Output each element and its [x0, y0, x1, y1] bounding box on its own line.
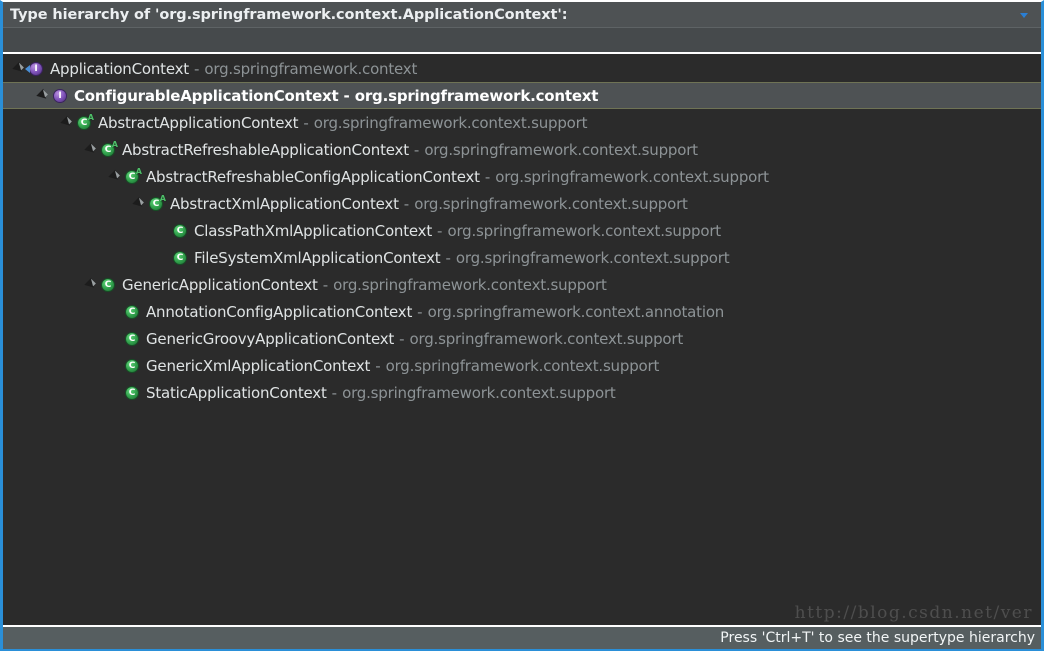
type-name: AbstractApplicationContext: [98, 113, 299, 132]
type-package: org.springframework.context.support: [333, 275, 607, 294]
expand-toggle-icon[interactable]: [59, 114, 76, 131]
status-bar: Press 'Ctrl+T' to see the supertype hier…: [3, 625, 1041, 649]
tree-row[interactable]: C ClassPathXmlApplicationContext - org.spri…: [3, 217, 1041, 244]
interface-icon: I: [52, 87, 69, 104]
type-name: ConfigurableApplicationContext: [74, 86, 339, 105]
type-package-separator: -: [417, 302, 423, 321]
class-icon: C: [124, 384, 141, 401]
abstract-badge-icon: A: [159, 194, 166, 203]
class-icon: C: [124, 357, 141, 374]
type-package-separator: -: [399, 329, 405, 348]
type-package: org.springframework.context.support: [495, 167, 769, 186]
type-package-separator: -: [322, 275, 329, 294]
expand-toggle-icon[interactable]: [83, 276, 100, 293]
type-package-separator: -: [437, 221, 443, 240]
type-name: ClassPathXmlApplicationContext: [194, 221, 433, 240]
type-package: org.springframework.context.support: [414, 194, 688, 213]
type-package: org.springframework.context: [354, 86, 599, 105]
type-package-separator: -: [303, 113, 309, 132]
type-package-separator: -: [484, 167, 491, 186]
expand-toggle-icon[interactable]: [107, 168, 124, 185]
class-icon: C: [124, 330, 141, 347]
abstract-class-icon: CA: [148, 194, 166, 212]
type-package: org.springframework.context.support: [342, 383, 616, 402]
type-name: GenericXmlApplicationContext: [146, 356, 371, 375]
type-package: org.springframework.context.support: [385, 356, 660, 375]
type-name: AnnotationConfigApplicationContext: [146, 302, 413, 321]
abstract-class-icon: CA: [76, 113, 94, 131]
class-icon: C: [124, 303, 141, 320]
class-icon: C: [172, 249, 189, 266]
type-package-separator: -: [445, 248, 451, 267]
tree-row[interactable]: C A AbstractXmlApplicationContext - org.spri…: [3, 190, 1041, 217]
tree-row[interactable]: C FileSystemXmlApplicationContext - org.spr…: [3, 244, 1041, 271]
type-package: org.springframework.context.support: [313, 113, 588, 132]
tree-row[interactable]: C A AbstractRefreshableConfigApplicationCo…: [3, 163, 1041, 190]
type-package: org.springframework.context.support: [424, 140, 698, 159]
type-package-separator: -: [413, 140, 420, 159]
type-name: ApplicationContext: [50, 59, 189, 78]
type-package: org.springframework.context: [204, 59, 418, 78]
page-title: Type hierarchy of 'org.springframework.c…: [10, 6, 568, 23]
type-package: org.springframework.context.support: [409, 329, 684, 348]
window-title-bar: Type hierarchy of 'org.springframework.c…: [3, 2, 1041, 28]
class-icon: C: [100, 276, 117, 293]
type-hierarchy-tree[interactable]: I ApplicationContext - org.springframework.…: [3, 54, 1041, 625]
status-hint: Press 'Ctrl+T' to see the supertype hier…: [720, 630, 1035, 646]
type-package-separator: -: [343, 86, 350, 105]
chevron-down-icon[interactable]: [1017, 8, 1031, 22]
type-package-separator: -: [403, 194, 410, 213]
type-name: StaticApplicationContext: [146, 383, 327, 402]
tree-row[interactable]: I ConfigurableApplicationContext - org.spri…: [3, 82, 1041, 109]
type-package: org.springframework.context.annotation: [427, 302, 725, 321]
interface-root-icon: I: [25, 60, 45, 77]
tree-row[interactable]: C GenericXmlApplicationContext - org.spring…: [3, 352, 1041, 379]
tree-row[interactable]: C StaticApplicationContext - org.springfram…: [3, 379, 1041, 406]
type-name: GenericApplicationContext: [122, 275, 318, 294]
type-name: AbstractRefreshableApplicationContext: [122, 140, 409, 159]
expand-toggle-icon[interactable]: [83, 141, 100, 158]
hierarchy-toolbar[interactable]: [3, 28, 1041, 54]
abstract-class-icon: CA: [124, 167, 142, 185]
type-package-separator: -: [331, 383, 338, 402]
type-package: org.springframework.context.support: [455, 248, 730, 267]
abstract-class-icon: CA: [100, 140, 118, 158]
expand-toggle-icon[interactable]: [131, 195, 148, 212]
tree-row[interactable]: I ApplicationContext - org.springframework.…: [3, 55, 1041, 82]
type-package-separator: -: [375, 356, 381, 375]
class-icon: C: [172, 222, 189, 239]
type-name: AbstractXmlApplicationContext: [170, 194, 399, 213]
type-package-separator: -: [193, 59, 200, 78]
type-name: GenericGroovyApplicationContext: [146, 329, 395, 348]
tree-row[interactable]: C A AbstractRefreshableApplicationContext -…: [3, 136, 1041, 163]
type-name: AbstractRefreshableConfigApplicationCont…: [146, 167, 480, 186]
expand-toggle-icon[interactable]: [35, 87, 52, 104]
root-type-arrow-icon: [25, 65, 30, 73]
type-hierarchy-window: Type hierarchy of 'org.springframework.c…: [0, 0, 1044, 651]
type-package: org.springframework.context.support: [447, 221, 721, 240]
abstract-badge-icon: A: [135, 167, 142, 176]
abstract-badge-icon: A: [87, 113, 94, 122]
abstract-badge-icon: A: [111, 140, 118, 149]
tree-row[interactable]: C GenericApplicationContext - org.springfra…: [3, 271, 1041, 298]
tree-row[interactable]: C A AbstractApplicationContext - org.springf…: [3, 109, 1041, 136]
type-name: FileSystemXmlApplicationContext: [194, 248, 441, 267]
tree-row[interactable]: C AnnotationConfigApplicationContext - org.…: [3, 298, 1041, 325]
tree-row[interactable]: C GenericGroovyApplicationContext - org.spr…: [3, 325, 1041, 352]
